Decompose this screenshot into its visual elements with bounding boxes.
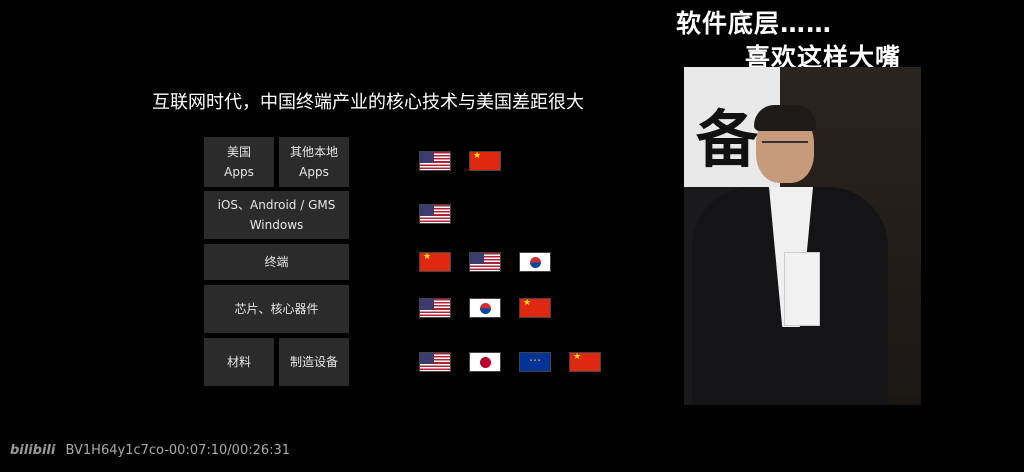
video-id-timestamp: BV1H64y1c7co-00:07:10/00:26:31 [65,443,291,458]
us-flag-icon [469,252,501,272]
box-other-apps-line1: 其他本地 Apps [289,145,338,179]
us-flag-icon [419,151,451,171]
box-us-apps-line1: 美国 Apps [224,145,254,179]
box-terminal: 终端 [204,244,349,280]
box-chips: 芯片、核心器件 [204,285,349,333]
china-flag-icon [569,352,601,372]
box-chips-label: 芯片、核心器件 [234,302,319,316]
box-os-label: iOS、Android / GMS Windows [217,198,336,232]
korea-flag-icon [519,252,551,272]
china-flag-icon [519,298,551,318]
us-flag-icon [419,204,451,224]
video-watermark: bilibili BV1H64y1c7co-00:07:10/00:26:31 [10,443,290,458]
us-flag-icon [419,352,451,372]
box-manufacturing-equipment: 制造设备 [279,338,349,386]
japan-flag-icon [469,352,501,372]
bilibili-logo: bilibili [10,443,56,458]
box-other-local-apps: 其他本地 Apps [279,137,349,187]
slide-title: 互联网时代，中国终端产业的核心技术与美国差距很大 [152,92,584,113]
us-flag-icon [419,298,451,318]
china-flag-icon [469,151,501,171]
box-materials: 材料 [204,338,274,386]
speaker-hair [754,105,816,131]
backdrop-character: 备 [696,103,759,176]
subtitle-line-1: 软件底层…… [676,9,833,38]
box-materials-label: 材料 [226,355,251,369]
box-os: iOS、Android / GMS Windows [204,191,349,239]
box-us-apps: 美国 Apps [204,137,274,187]
speaker-video: 备 [684,67,921,405]
box-terminal-label: 终端 [264,255,289,269]
china-flag-icon [419,252,451,272]
eu-flag-icon [519,352,551,372]
speaker-glasses [762,141,808,153]
korea-flag-icon [469,298,501,318]
box-equipment-label: 制造设备 [289,355,338,369]
speaker-badge [784,252,820,326]
